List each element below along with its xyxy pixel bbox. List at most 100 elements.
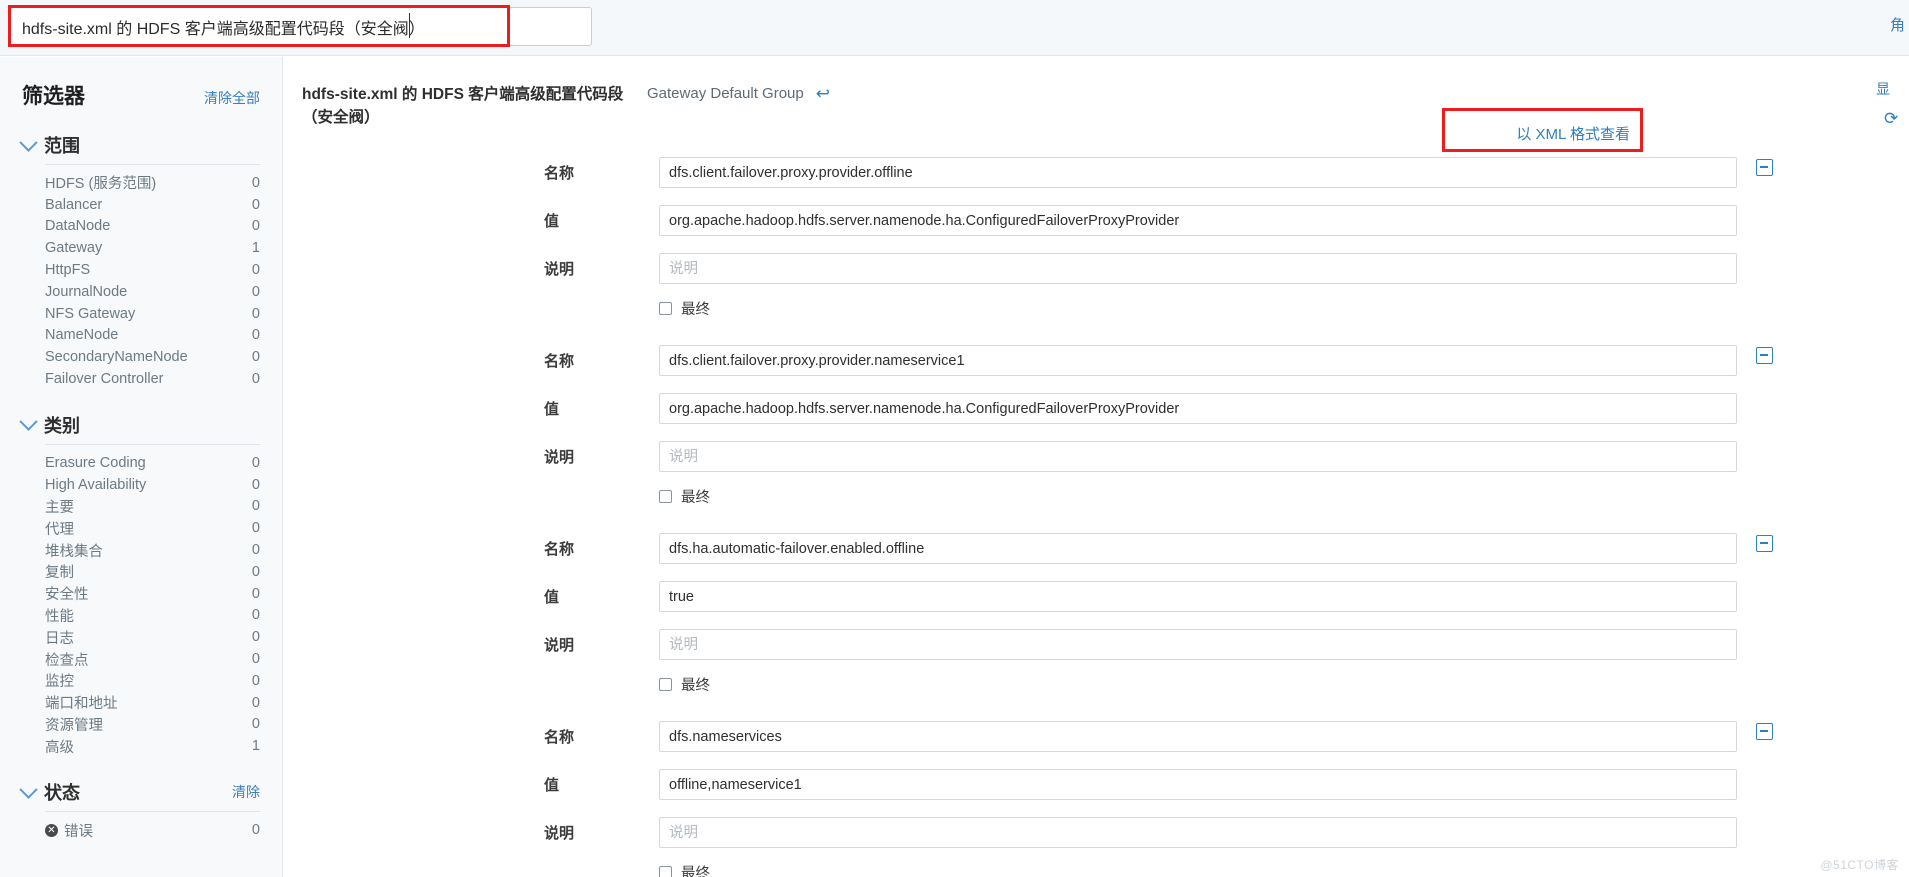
config-entry: 名称 值 说明 最终 [284, 345, 1909, 533]
clear-all-button[interactable]: 清除全部 [204, 88, 260, 108]
filter-item[interactable]: 日志 0 [45, 626, 260, 648]
filter-item[interactable]: 堆栈集合 0 [45, 539, 260, 561]
value-input[interactable] [659, 393, 1737, 424]
undo-arrow-icon[interactable]: ↩ [816, 85, 830, 102]
filter-item-label: NameNode [45, 327, 119, 344]
filter-item-label: 错误 [64, 823, 93, 840]
xml-view-highlight-box: 以 XML 格式查看 [1442, 108, 1643, 152]
filter-item[interactable]: Balancer 0 [45, 194, 260, 216]
show-toggle-link[interactable]: 显 [1876, 79, 1890, 99]
filter-item[interactable]: 主要 0 [45, 496, 260, 518]
description-row: 说明 [284, 629, 1909, 660]
filter-item[interactable]: 代理 0 [45, 517, 260, 539]
filter-item-count: 0 [251, 498, 260, 515]
filter-item-count: 0 [251, 520, 260, 537]
name-label: 名称 [544, 165, 575, 182]
filter-item-count: 1 [251, 240, 260, 257]
description-input[interactable] [659, 817, 1737, 848]
filter-item-label: 主要 [45, 499, 74, 516]
remove-entry-button[interactable] [1756, 535, 1773, 552]
filters-header: 筛选器 清除全部 [22, 57, 260, 110]
final-label: 最终 [681, 489, 710, 506]
final-checkbox[interactable] [659, 301, 672, 315]
scope-name-label: Gateway Default Group [647, 85, 804, 102]
top-search-bar: 角 [0, 0, 1909, 56]
filter-item-count: 0 [251, 629, 260, 646]
filter-item-label: Balancer [45, 196, 103, 213]
name-label: 名称 [544, 729, 575, 746]
value-input[interactable] [659, 769, 1737, 800]
refresh-icon[interactable]: ⟳ [1884, 109, 1898, 129]
filter-item[interactable]: 性能 0 [45, 605, 260, 627]
filter-group-status-list: ✕ 错误 0 [22, 819, 260, 841]
filter-item[interactable]: 安全性 0 [45, 583, 260, 605]
filter-item[interactable]: 复制 0 [45, 561, 260, 583]
value-row: 值 [284, 581, 1909, 612]
name-input[interactable] [659, 157, 1737, 188]
filter-item-label: 监控 [45, 674, 74, 691]
search-input-wrapper[interactable] [9, 7, 592, 46]
final-row: 最终 [284, 673, 1909, 695]
name-input[interactable] [659, 721, 1737, 752]
final-checkbox[interactable] [659, 489, 672, 503]
search-input[interactable] [9, 7, 592, 46]
filter-item-label: DataNode [45, 218, 111, 235]
filter-group-category-header[interactable]: 类别 [19, 412, 260, 444]
description-input[interactable] [659, 441, 1737, 472]
description-label: 说明 [544, 449, 575, 466]
final-label: 最终 [681, 301, 710, 318]
filter-group-scope-list: HDFS (服务范围) 0 Balancer 0 DataNode 0 Gateway… [22, 172, 260, 390]
name-input[interactable] [659, 345, 1737, 376]
filter-item-count: 0 [251, 371, 260, 388]
value-input[interactable] [659, 581, 1737, 612]
filter-item-label: Erasure Coding [45, 454, 146, 471]
filter-item-error[interactable]: ✕ 错误 0 [45, 819, 260, 841]
filter-item[interactable]: DataNode 0 [45, 216, 260, 238]
filter-item[interactable]: SecondaryNameNode 0 [45, 346, 260, 368]
filter-item-count: 0 [251, 327, 260, 344]
filter-item[interactable]: Gateway 1 [45, 237, 260, 259]
filter-item[interactable]: 资源管理 0 [45, 714, 260, 736]
filter-item-label: 安全性 [45, 587, 89, 604]
filter-item[interactable]: HDFS (服务范围) 0 [45, 172, 260, 194]
filter-item[interactable]: JournalNode 0 [45, 281, 260, 303]
config-entry-list: 名称 值 说明 最终 名称 [284, 157, 1909, 877]
final-checkbox[interactable] [659, 677, 672, 691]
filter-item[interactable]: 监控 0 [45, 670, 260, 692]
remove-entry-button[interactable] [1756, 159, 1773, 176]
remove-entry-button[interactable] [1756, 723, 1773, 740]
watermark: @51CTO博客 [1820, 858, 1899, 872]
clear-status-button[interactable]: 清除 [232, 782, 260, 802]
filter-item[interactable]: HttpFS 0 [45, 259, 260, 281]
filter-item[interactable]: Failover Controller 0 [45, 368, 260, 390]
filter-group-status-header[interactable]: 状态 清除 [19, 779, 260, 811]
filter-item[interactable]: NameNode 0 [45, 325, 260, 347]
final-checkbox[interactable] [659, 865, 672, 877]
chevron-down-icon [19, 132, 38, 152]
description-input[interactable] [659, 253, 1737, 284]
filter-item-count: 0 [251, 454, 260, 471]
final-row: 最终 [284, 297, 1909, 319]
filter-item[interactable]: 检查点 0 [45, 648, 260, 670]
filter-item[interactable]: High Availability 0 [45, 474, 260, 496]
name-input[interactable] [659, 533, 1737, 564]
final-row: 最终 [284, 485, 1909, 507]
name-row: 名称 [284, 157, 1909, 188]
filter-item[interactable]: 高级 1 [45, 735, 260, 757]
view-as-xml-link[interactable]: 以 XML 格式查看 [1516, 123, 1630, 144]
filter-group-scope-header[interactable]: 范围 [19, 132, 260, 164]
filter-item-count: 1 [251, 738, 260, 755]
filter-item[interactable]: NFS Gateway 0 [45, 303, 260, 325]
topbar-partial-label: 角 [1889, 17, 1905, 34]
description-row: 说明 [284, 441, 1909, 472]
remove-entry-button[interactable] [1756, 347, 1773, 364]
description-input[interactable] [659, 629, 1737, 660]
filter-item-label: High Availability [45, 476, 147, 493]
value-input[interactable] [659, 205, 1737, 236]
config-entry: 名称 值 说明 最终 [284, 157, 1909, 345]
value-label: 值 [544, 777, 560, 794]
filter-group-category-title: 类别 [44, 415, 80, 436]
filter-item[interactable]: 端口和地址 0 [45, 692, 260, 714]
filter-item[interactable]: Erasure Coding 0 [45, 452, 260, 474]
filter-item-count: 0 [251, 716, 260, 733]
